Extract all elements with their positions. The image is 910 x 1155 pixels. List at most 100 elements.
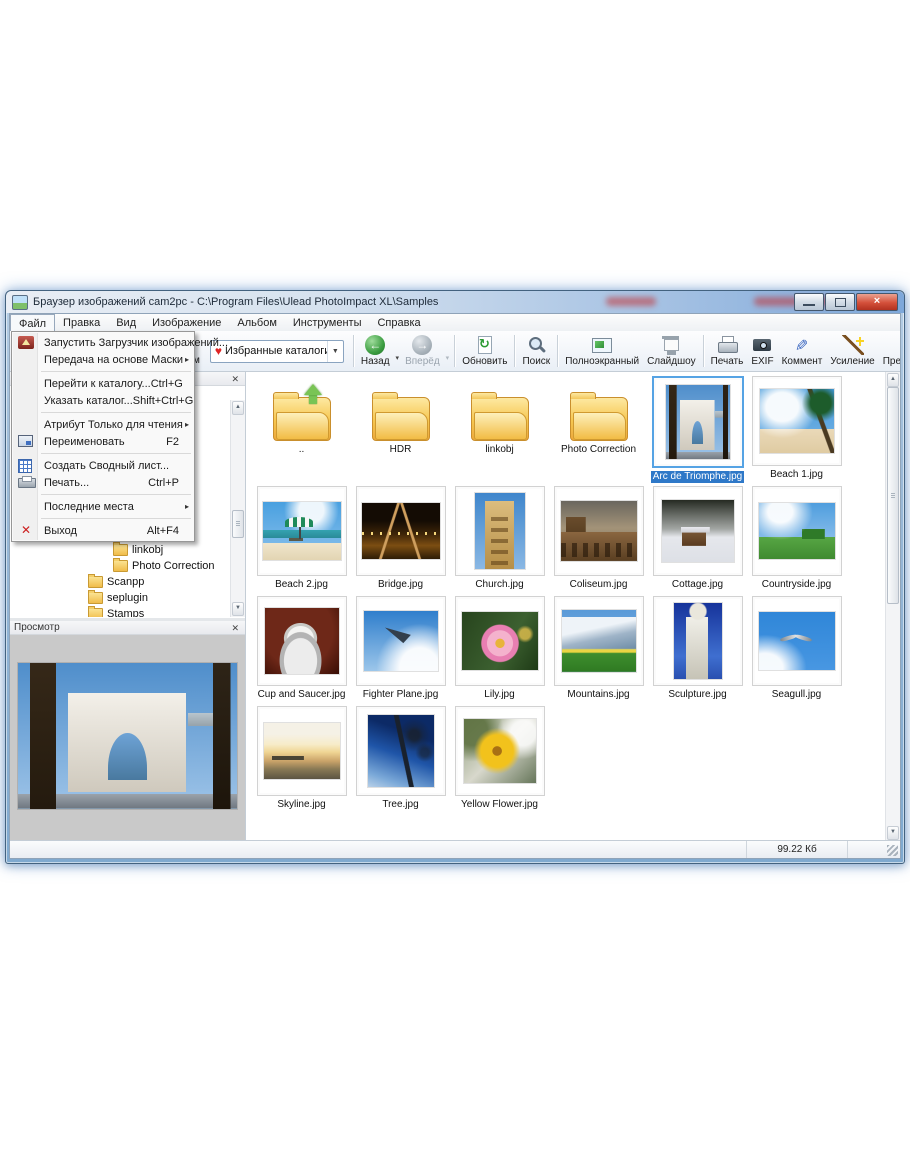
chevron-down-icon[interactable]: ▼ bbox=[327, 341, 343, 362]
tree-scrollbar[interactable]: ▲ ▼ bbox=[230, 400, 245, 617]
menubar-item-1[interactable]: Файл bbox=[10, 314, 55, 331]
thumbnail-image bbox=[364, 611, 438, 671]
thumbnail-label: Arc de Triomphe.jpg bbox=[651, 471, 745, 483]
search-icon bbox=[525, 335, 547, 355]
thumbnail-item[interactable]: Cottage.jpg bbox=[648, 485, 747, 595]
thumbnail-label: Lily.jpg bbox=[482, 689, 516, 701]
thumbnail-item[interactable]: Photo Correction bbox=[549, 375, 648, 485]
thumbnail-item[interactable]: .. bbox=[252, 375, 351, 485]
thumbnail-frame bbox=[455, 706, 545, 796]
tree-item-label: seplugin bbox=[107, 592, 148, 604]
thumbnail-item[interactable]: Fighter Plane.jpg bbox=[351, 595, 450, 705]
downloader-icon bbox=[18, 336, 34, 349]
thumbnail-item[interactable]: Mountains.jpg bbox=[549, 595, 648, 705]
menubar-item-2[interactable]: Правка bbox=[55, 314, 108, 331]
thumbnail-scrollbar[interactable]: ▲ ▼ bbox=[885, 372, 900, 841]
toolbar-button-back[interactable]: Назад bbox=[357, 333, 394, 369]
toolbar-button-convert[interactable]: Преобразовать bbox=[879, 333, 900, 369]
minimize-button[interactable] bbox=[794, 293, 824, 311]
scroll-up-icon[interactable]: ▲ bbox=[232, 401, 244, 415]
menu-icon-slot bbox=[18, 500, 34, 513]
toolbar-button-print[interactable]: Печать bbox=[707, 333, 748, 369]
toolbar-button-enhance[interactable]: Усиление bbox=[826, 333, 878, 369]
toolbar-separator bbox=[557, 335, 558, 367]
folder-icon bbox=[88, 592, 103, 604]
menu-item[interactable]: Запустить Загрузчик изображений... bbox=[13, 334, 193, 351]
menu-item[interactable]: Атрибут Только для чтения▸ bbox=[13, 416, 193, 433]
favorites-combobox[interactable]: ♥Избранные каталоги▼ bbox=[210, 340, 344, 363]
toolbar-button-exif[interactable]: EXIF bbox=[747, 333, 777, 369]
toolbar-button-label: Печать bbox=[711, 356, 744, 367]
thumbnail-item[interactable]: Skyline.jpg bbox=[252, 705, 351, 815]
thumbnail-image bbox=[368, 715, 434, 787]
thumbnail-label: Mountains.jpg bbox=[565, 689, 631, 701]
thumbnail-item[interactable]: Bridge.jpg bbox=[351, 485, 450, 595]
thumbnail-item[interactable]: Coliseum.jpg bbox=[549, 485, 648, 595]
toolbar-button-refresh[interactable]: Обновить bbox=[458, 333, 511, 369]
tree-item-linkobj[interactable]: linkobj bbox=[10, 542, 245, 558]
thumbnail-item[interactable]: Countryside.jpg bbox=[747, 485, 846, 595]
thumbnail-item[interactable]: Arc de Triomphe.jpg bbox=[648, 375, 747, 485]
menu-item[interactable]: ✕ВыходAlt+F4 bbox=[13, 522, 193, 539]
scrollbar-thumb[interactable] bbox=[232, 510, 244, 538]
thumbnail-item[interactable]: Beach 2.jpg bbox=[252, 485, 351, 595]
thumbnail-image bbox=[662, 500, 734, 562]
close-button[interactable]: × bbox=[856, 293, 898, 311]
scroll-up-icon[interactable]: ▲ bbox=[887, 373, 899, 387]
maximize-button[interactable] bbox=[825, 293, 855, 311]
forward-icon bbox=[412, 335, 432, 355]
thumbnail-item[interactable]: Beach 1.jpg bbox=[747, 375, 846, 485]
menu-item[interactable]: Печать...Ctrl+P bbox=[13, 474, 193, 491]
exif-icon bbox=[751, 335, 773, 355]
scrollbar-thumb[interactable] bbox=[887, 387, 899, 604]
menu-item[interactable]: Указать каталог...Shift+Ctrl+G bbox=[13, 392, 193, 409]
menubar-item-5[interactable]: Альбом bbox=[229, 314, 284, 331]
tree-item-stamps[interactable]: Stamps bbox=[10, 606, 245, 617]
resize-grip[interactable] bbox=[847, 841, 900, 858]
menu-item-label: Печать... bbox=[44, 477, 148, 489]
menu-item[interactable]: Создать Сводный лист... bbox=[13, 457, 193, 474]
folder-icon bbox=[471, 397, 529, 441]
menubar-item-3[interactable]: Вид bbox=[108, 314, 144, 331]
thumbnail-item[interactable]: HDR bbox=[351, 375, 450, 485]
tree-item-scanpp[interactable]: Scanpp bbox=[10, 574, 245, 590]
thumbnail-item[interactable]: Cup and Saucer.jpg bbox=[252, 595, 351, 705]
tree-item-photo-correction[interactable]: Photo Correction bbox=[10, 558, 245, 574]
menubar-item-4[interactable]: Изображение bbox=[144, 314, 229, 331]
thumbnail-item[interactable]: linkobj bbox=[450, 375, 549, 485]
toolbar-button-label: Слайдшоу bbox=[647, 356, 696, 367]
app-icon bbox=[12, 295, 28, 310]
toolbar-button-fullscreen[interactable]: Полноэкранный bbox=[561, 333, 643, 369]
scroll-down-icon[interactable]: ▼ bbox=[232, 602, 244, 616]
tree-item-label: linkobj bbox=[132, 544, 163, 556]
toolbar-button-search[interactable]: Поиск bbox=[518, 333, 554, 369]
scroll-down-icon[interactable]: ▼ bbox=[887, 826, 899, 840]
title-bar[interactable]: Браузер изображений cam2pc - C:\Program … bbox=[6, 291, 904, 313]
toolbar-button-comment[interactable]: Коммент bbox=[778, 333, 827, 369]
thumbnail-image bbox=[759, 503, 835, 559]
thumbnail-item[interactable]: Lily.jpg bbox=[450, 595, 549, 705]
tree-close-icon[interactable]: ✕ bbox=[229, 374, 241, 384]
thumbnail-item[interactable]: Seagull.jpg bbox=[747, 595, 846, 705]
menu-item[interactable]: ПереименоватьF2 bbox=[13, 433, 193, 450]
thumbnail-image bbox=[462, 612, 538, 670]
dropdown-arrow-icon[interactable]: ▾ bbox=[394, 340, 402, 362]
menu-item[interactable]: Передача на основе Маски▸ bbox=[13, 351, 193, 368]
toolbar-button-slideshow[interactable]: Слайдшоу bbox=[643, 333, 700, 369]
folder-icon bbox=[88, 608, 103, 617]
thumbnail-item[interactable]: Yellow Flower.jpg bbox=[450, 705, 549, 815]
menubar-item-6[interactable]: Инструменты bbox=[285, 314, 370, 331]
preview-close-icon[interactable]: ✕ bbox=[229, 623, 241, 633]
thumbnail-item[interactable]: Sculpture.jpg bbox=[648, 595, 747, 705]
menu-item-label: Выход bbox=[44, 525, 147, 537]
thumbnail-image bbox=[265, 608, 339, 674]
menu-item[interactable]: Перейти к каталогу...Ctrl+G bbox=[13, 375, 193, 392]
thumbnail-frame bbox=[356, 596, 446, 686]
thumbnail-item[interactable]: Church.jpg bbox=[450, 485, 549, 595]
thumbnail-item[interactable]: Tree.jpg bbox=[351, 705, 450, 815]
menubar-item-7[interactable]: Справка bbox=[369, 314, 428, 331]
parent-folder-icon bbox=[273, 397, 331, 441]
thumbnail-frame bbox=[554, 486, 644, 576]
tree-item-seplugin[interactable]: seplugin bbox=[10, 590, 245, 606]
menu-item[interactable]: Последние места▸ bbox=[13, 498, 193, 515]
